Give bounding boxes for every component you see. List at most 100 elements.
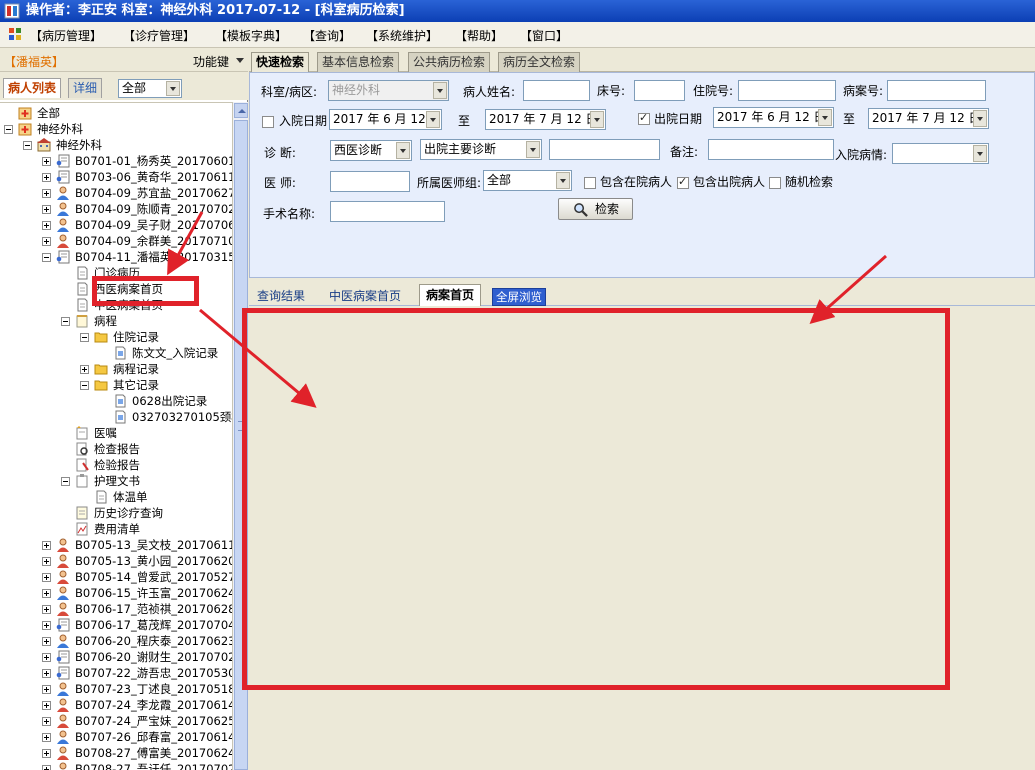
surgery-input[interactable] [330,201,445,222]
tree-item[interactable]: 神经外科 [0,137,232,153]
expand-icon[interactable] [42,637,51,646]
tree-scrollbar[interactable] [232,102,248,770]
menu-template-dictionary[interactable]: 【模板字典】 [215,27,287,44]
doctor-input[interactable] [330,171,410,192]
expand-icon[interactable] [42,157,51,166]
tab-case-first-page[interactable]: 病案首页 [419,284,482,306]
remark-input[interactable] [708,139,834,160]
chevron-down-icon[interactable] [426,111,440,128]
tree-item[interactable]: 病程 [0,313,232,329]
function-key-menu[interactable]: 功能键 [193,53,229,70]
diagnosis-kind-select[interactable]: 出院主要诊断 [420,139,542,160]
chevron-down-icon[interactable] [433,82,447,99]
scroll-up-icon[interactable] [234,103,248,118]
chevron-down-icon[interactable] [818,109,832,126]
menu-case-management[interactable]: 【病历管理】 [30,27,102,44]
tab-quick-search[interactable]: 快速检索 [251,52,310,72]
tree-item[interactable]: B0707-24_严宝妹_20170625 [0,713,232,729]
tree-item[interactable]: 费用清单 [0,521,232,537]
tree-item[interactable]: B0705-13_吴文枝_20170611 [0,537,232,553]
expand-icon[interactable] [42,701,51,710]
tree-item[interactable]: B0707-23_丁述良_20170518 [0,681,232,697]
include-inpatient-checkbox[interactable] [584,177,596,189]
tree-item[interactable]: B0707-24_李龙霞_20170614 [0,697,232,713]
tree-item[interactable]: B0708-27_吾讦任_20170702 [0,761,232,770]
case-no-input[interactable] [887,80,986,101]
chevron-down-icon[interactable] [590,111,604,128]
tree-item[interactable]: B0704-09_余群美_20170710 [0,233,232,249]
diagnosis-type-select[interactable]: 西医诊断 [330,140,412,161]
tree-item[interactable]: B0703-06_黄奇华_20170611 [0,169,232,185]
expand-icon[interactable] [42,189,51,198]
tree-item[interactable]: 历史诊疗查询 [0,505,232,521]
chevron-down-icon[interactable] [973,110,987,127]
admit-date-to[interactable]: 2017 年 7 月 12 日 [485,109,606,130]
tab-patient-list[interactable]: 病人列表 [3,78,62,98]
patient-name-input[interactable] [523,80,590,101]
expand-icon[interactable] [42,173,51,182]
expand-icon[interactable] [42,653,51,662]
expand-icon[interactable] [42,589,51,598]
tree-item[interactable]: 中医病案首页 [0,297,232,313]
collapse-icon[interactable] [4,125,13,134]
tree-item[interactable]: B0706-20_程庆泰_20170623 [0,633,232,649]
tab-tcm-first-page[interactable]: 中医病案首页 [329,286,401,306]
include-discharged-checkbox[interactable] [677,175,689,189]
collapse-icon[interactable] [42,253,51,262]
expand-icon[interactable] [42,205,51,214]
tree-item[interactable]: B0704-11_潘福英_20170315 [0,249,232,265]
tree-item[interactable]: 西医病案首页 [0,281,232,297]
tree-item[interactable]: B0704-09_苏宜盐_20170627 [0,185,232,201]
tree-item[interactable]: 032703270105颈椎 [0,409,232,425]
tree-item[interactable]: 病程记录 [0,361,232,377]
tree-item[interactable]: 护理文书 [0,473,232,489]
expand-icon[interactable] [42,669,51,678]
admit-condition-select[interactable] [892,143,989,164]
tree-item[interactable]: B0704-09_陈顺青_20170702 [0,201,232,217]
discharge-date-from[interactable]: 2017 年 6 月 12 日 [713,107,834,128]
tree-item[interactable]: 陈文文_入院记录 [0,345,232,361]
tree-item[interactable]: B0707-22_游吾忠_20170530 [0,665,232,681]
dept-select[interactable]: 神经外科 [328,80,449,101]
window-menu-icon[interactable] [8,27,22,41]
chevron-down-icon[interactable] [166,81,180,96]
collapse-icon[interactable] [80,381,89,390]
expand-icon[interactable] [80,365,89,374]
expand-icon[interactable] [42,685,51,694]
tree-item[interactable]: 全部 [0,105,232,121]
tree-item[interactable]: B0706-15_许玉富_20170624 [0,585,232,601]
tab-public-record-search[interactable]: 公共病历检索 [408,52,491,72]
menu-system-maintenance[interactable]: 【系统维护】 [366,27,438,44]
tree-item[interactable]: 其它记录 [0,377,232,393]
diagnosis-input[interactable] [549,139,660,160]
expand-icon[interactable] [42,573,51,582]
tab-detail[interactable]: 详细 [68,78,103,98]
expand-icon[interactable] [42,605,51,614]
collapse-icon[interactable] [61,477,70,486]
tree-item[interactable]: B0707-26_邱春富_20170614 [0,729,232,745]
menu-window[interactable]: 【窗口】 [520,27,568,44]
chevron-down-icon[interactable] [396,142,410,159]
tree-item[interactable]: B0708-27_傅富美_20170624 [0,745,232,761]
admit-date-from[interactable]: 2017 年 6 月 12 日 [329,109,442,130]
tab-basic-info-search[interactable]: 基本信息检索 [317,52,400,72]
tree-item[interactable]: B0706-20_谢财生_20170702 [0,649,232,665]
tree-item[interactable]: B0701-01_杨秀英_20170601 [0,153,232,169]
menu-query[interactable]: 【查询】 [303,27,351,44]
group-select[interactable]: 全部 [483,170,572,191]
collapse-icon[interactable] [61,317,70,326]
expand-icon[interactable] [42,621,51,630]
expand-icon[interactable] [42,541,51,550]
tab-fulltext-search[interactable]: 病历全文检索 [498,52,581,72]
tab-query-result[interactable]: 查询结果 [257,286,305,306]
tree-item[interactable]: 医嘱 [0,425,232,441]
tree-item[interactable]: B0706-17_范祯祺_20170628 [0,601,232,617]
expand-icon[interactable] [42,237,51,246]
expand-icon[interactable] [42,765,51,770]
expand-icon[interactable] [42,557,51,566]
admit-date-checkbox[interactable] [262,116,274,128]
function-key-arrow-icon[interactable] [236,58,244,63]
expand-icon[interactable] [42,733,51,742]
chevron-down-icon[interactable] [556,172,570,189]
menu-help[interactable]: 【帮助】 [455,27,503,44]
